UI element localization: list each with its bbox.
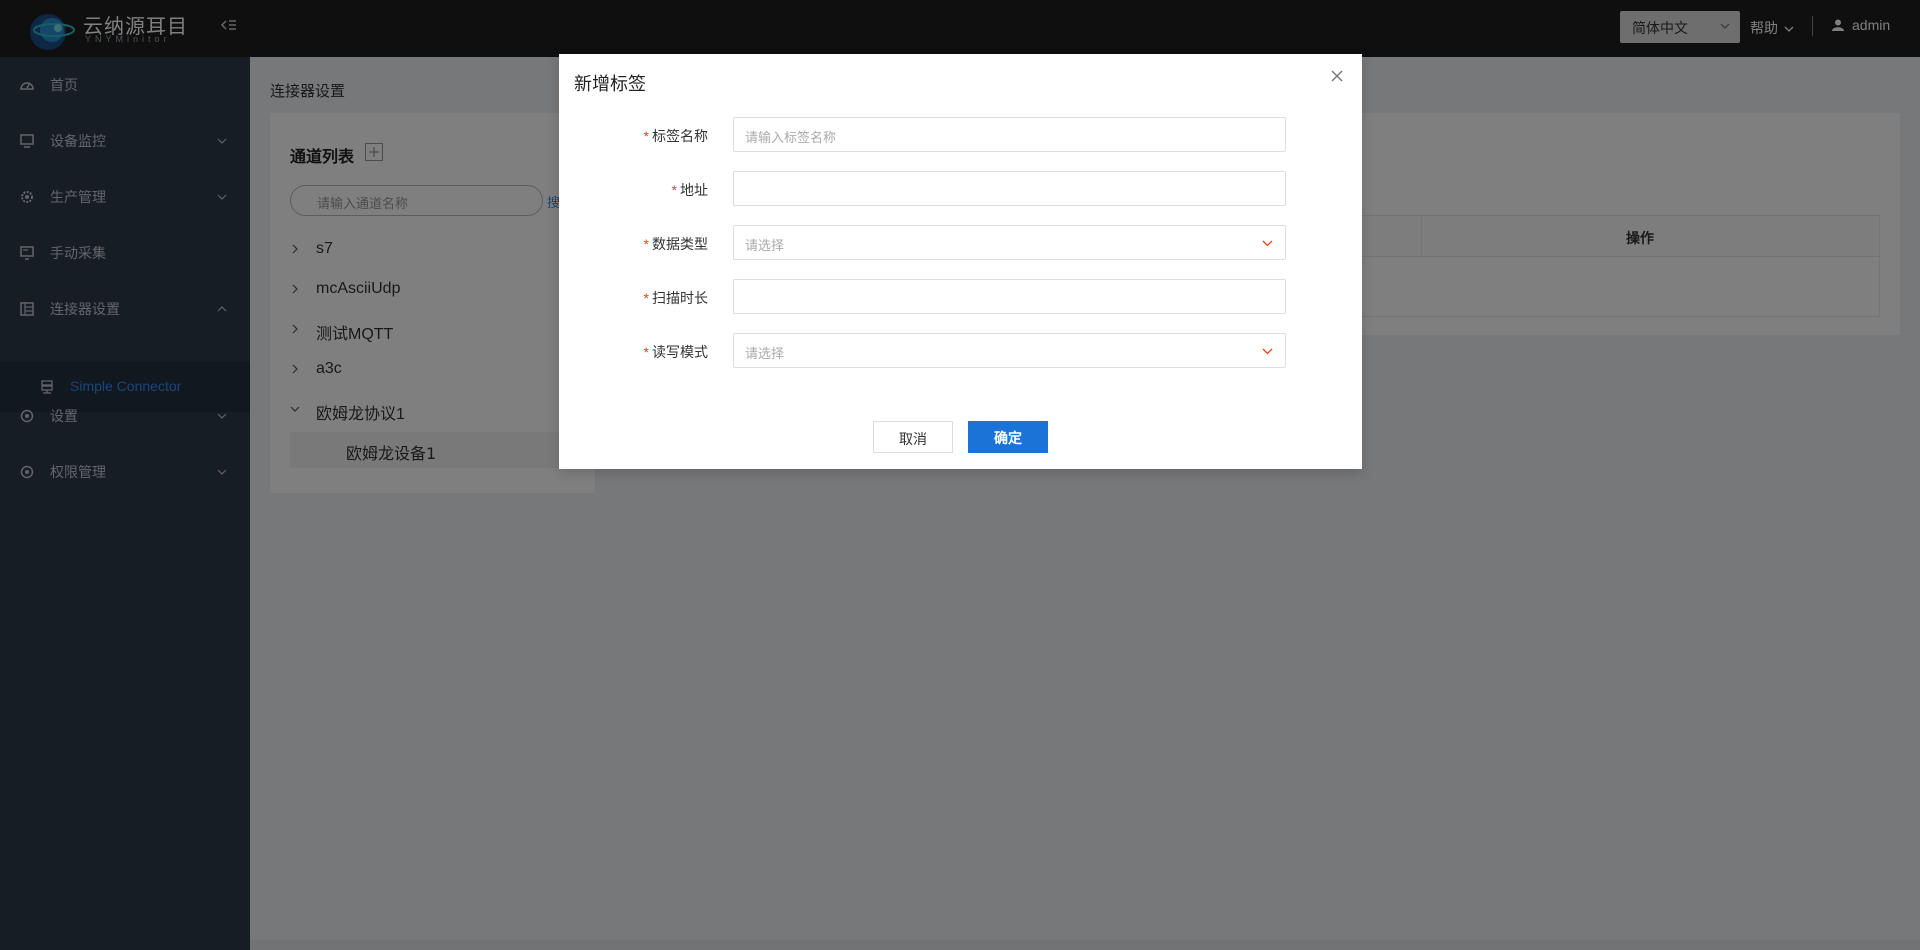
form-label: * 扫描时长 (643, 290, 708, 307)
scan-duration-input[interactable] (733, 279, 1286, 314)
select-placeholder: 请选择 (745, 239, 785, 254)
form-label: * 数据类型 (643, 236, 708, 253)
form-row-rw-mode: * 读写模式 请选择 (559, 333, 1362, 369)
tag-name-input[interactable]: 请输入标签名称 (733, 117, 1286, 152)
form-row-scan-duration: * 扫描时长 (559, 279, 1362, 315)
field-label: 数据类型 (652, 237, 708, 253)
modal-title: 新增标签 (574, 74, 646, 95)
select-placeholder: 请选择 (745, 347, 785, 362)
address-input[interactable] (733, 171, 1286, 206)
data-type-select[interactable]: 请选择 (733, 225, 1286, 260)
confirm-button[interactable]: 确定 (968, 421, 1048, 453)
field-label: 读写模式 (652, 345, 708, 361)
form-row-tag-name: * 标签名称 请输入标签名称 (559, 117, 1362, 153)
form-label: * 地址 (671, 182, 708, 199)
chevron-down-icon (1262, 348, 1273, 355)
form-row-address: * 地址 (559, 171, 1362, 207)
rw-mode-select[interactable]: 请选择 (733, 333, 1286, 368)
field-label: 标签名称 (652, 129, 708, 145)
form-row-data-type: * 数据类型 请选择 (559, 225, 1362, 261)
chevron-down-icon (1262, 240, 1273, 247)
form-label: * 标签名称 (643, 128, 708, 145)
close-icon[interactable] (1329, 68, 1345, 84)
cancel-button[interactable]: 取消 (873, 421, 953, 453)
field-label: 地址 (680, 183, 708, 199)
form-label: * 读写模式 (643, 344, 708, 361)
add-tag-modal: 新增标签 * 标签名称 请输入标签名称 * 地址 * 数据类型 请选择 * 扫描时长 *… (559, 54, 1362, 469)
field-label: 扫描时长 (652, 291, 708, 307)
